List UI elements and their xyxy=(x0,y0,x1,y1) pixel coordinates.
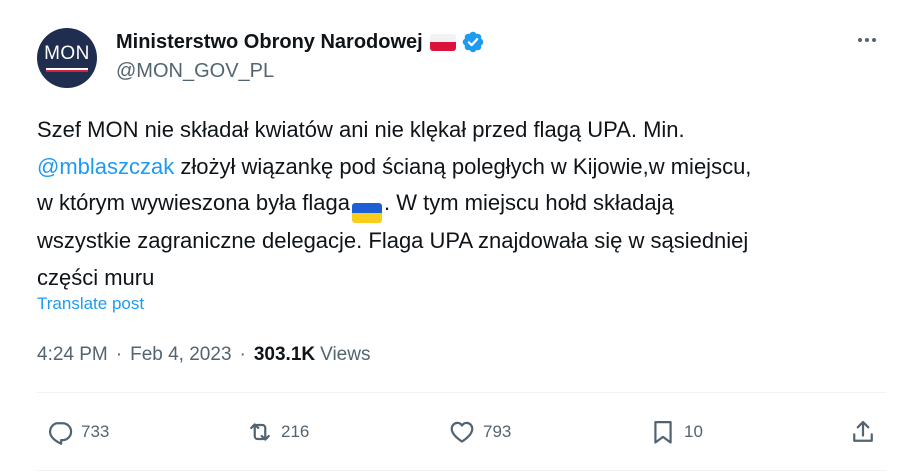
poland-flag-icon xyxy=(429,33,456,51)
avatar-text: MON xyxy=(44,42,90,64)
post-time[interactable]: 4:24 PM xyxy=(37,344,108,366)
share-button[interactable] xyxy=(849,412,877,452)
reply-count: 733 xyxy=(81,422,110,441)
meta-separator: · xyxy=(115,344,123,365)
avatar-flag-stripe xyxy=(46,67,88,72)
divider-top xyxy=(37,392,886,393)
divider-bottom xyxy=(37,470,886,471)
post-line-3: w którym wywieszona była flaga . W tym mi… xyxy=(37,185,887,223)
reply-button[interactable]: 733 xyxy=(46,412,109,452)
post-line-3-text-before: w którym wywieszona była flaga xyxy=(37,190,351,215)
post-text: Szef MON nie składał kwiatów ani nie klę… xyxy=(37,112,887,296)
bookmark-icon xyxy=(654,420,672,444)
ukraine-flag-icon xyxy=(352,203,383,223)
post-line-1: Szef MON nie składał kwiatów ani nie klę… xyxy=(37,117,685,142)
translate-post-link[interactable]: Translate post xyxy=(37,294,144,314)
mention-link[interactable]: @mblaszczak xyxy=(37,154,174,179)
post-metadata: 4:24 PM · Feb 4, 2023 · 303.1K Views xyxy=(37,344,370,366)
meta-separator: · xyxy=(239,344,246,365)
action-bar: 733 216 793 10 xyxy=(0,412,902,452)
post-line-4: wszystkie zagraniczne delegacje. Flaga U… xyxy=(37,228,749,253)
post-line-2: @mblaszczak złożył wiązankę pod ścianą p… xyxy=(37,149,887,186)
views-label: Views xyxy=(320,344,371,365)
views-count: 303.1K xyxy=(253,344,316,365)
repost-icon xyxy=(250,423,270,441)
bookmark-button[interactable]: 10 xyxy=(649,412,703,452)
like-button[interactable]: 793 xyxy=(448,412,511,452)
repost-button[interactable]: 216 xyxy=(246,412,309,452)
post-line-3-text-after: . W tym miejscu hołd składają xyxy=(384,190,674,215)
post-date[interactable]: Feb 4, 2023 xyxy=(130,344,231,366)
like-count: 793 xyxy=(483,422,512,441)
heart-icon xyxy=(450,421,474,443)
display-name[interactable]: Ministerstwo Obrony Narodowej xyxy=(116,31,423,54)
repost-count: 216 xyxy=(281,422,310,441)
bookmark-count: 10 xyxy=(684,422,703,441)
post-line-2-text: złożył wiązankę pod ścianą poległych w K… xyxy=(174,153,752,179)
author-name-row[interactable]: Ministerstwo Obrony Narodowej xyxy=(116,30,485,54)
post-line-5: części muru xyxy=(37,264,155,290)
verified-badge-icon[interactable] xyxy=(461,30,485,54)
account-handle[interactable]: @MON_GOV_PL xyxy=(116,60,274,83)
share-icon xyxy=(853,420,873,442)
reply-icon xyxy=(48,422,73,445)
avatar[interactable]: MON xyxy=(37,28,97,88)
more-options-icon[interactable] xyxy=(852,30,882,50)
